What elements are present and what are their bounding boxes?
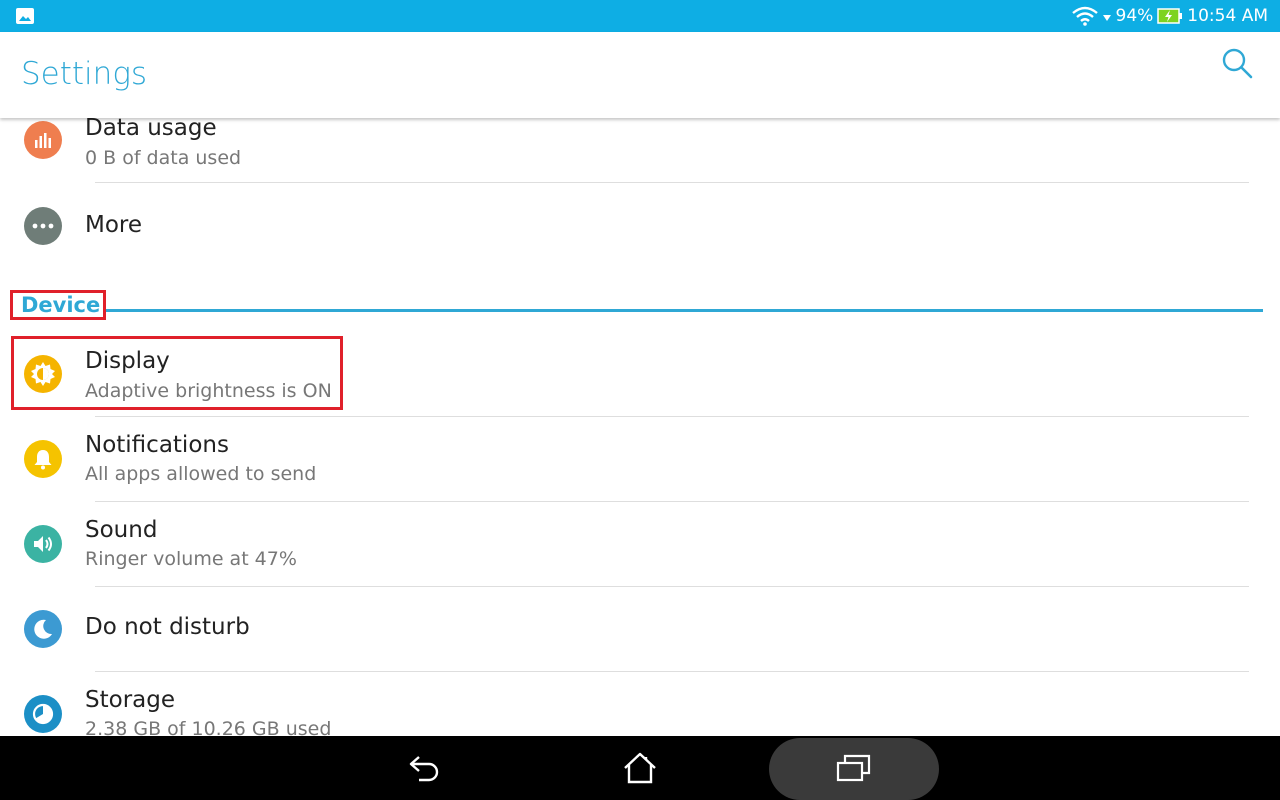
settings-item-notifications[interactable]: Notifications All apps allowed to send (0, 417, 1280, 501)
settings-item-do-not-disturb[interactable]: Do not disturb (0, 587, 1280, 671)
settings-list: Data usage 0 B of data used More Device … (0, 118, 1280, 736)
page-title: Settings (21, 56, 148, 92)
recents-button[interactable] (824, 736, 884, 800)
settings-item-sound[interactable]: Sound Ringer volume at 47% (0, 502, 1280, 586)
back-icon (409, 756, 439, 782)
image-notification-icon (16, 8, 34, 24)
settings-item-summary: 0 B of data used (85, 147, 242, 169)
navigation-bar (0, 736, 1280, 800)
status-bar: 94% 10:54 AM (0, 0, 1280, 32)
highlight-box-device (10, 290, 106, 320)
search-icon[interactable] (1220, 46, 1254, 80)
settings-item-summary: All apps allowed to send (85, 463, 317, 485)
clock: 10:54 AM (1187, 6, 1268, 26)
wifi-icon (1071, 6, 1098, 26)
home-icon (624, 752, 656, 784)
settings-item-label: Sound (85, 517, 158, 543)
data-arrow-icon (1102, 15, 1111, 21)
speaker-icon (24, 525, 62, 563)
settings-item-more[interactable]: More (0, 183, 1280, 267)
highlight-box-display (11, 336, 343, 410)
settings-item-storage[interactable]: Storage 2.38 GB of 10.26 GB used (0, 672, 1280, 736)
storage-pie-icon (24, 695, 62, 733)
settings-item-label: Notifications (85, 432, 229, 458)
section-divider (106, 309, 1263, 312)
bar-chart-icon (24, 121, 62, 159)
bell-icon (24, 440, 62, 478)
settings-item-label: Data usage (85, 118, 217, 141)
back-button[interactable] (395, 736, 455, 800)
settings-item-label: More (85, 212, 143, 238)
settings-item-data-usage[interactable]: Data usage 0 B of data used (0, 118, 1280, 182)
battery-percent: 94% (1115, 6, 1154, 26)
home-button[interactable] (610, 736, 670, 800)
settings-item-label: Storage (85, 687, 175, 713)
settings-item-label: Do not disturb (85, 614, 250, 640)
battery-charging-icon (1157, 8, 1183, 24)
recents-icon (836, 754, 871, 782)
app-toolbar: Settings (0, 32, 1280, 118)
settings-item-summary: Ringer volume at 47% (85, 548, 297, 570)
moon-icon (24, 610, 62, 648)
settings-item-summary: 2.38 GB of 10.26 GB used (85, 718, 332, 736)
more-dots-icon (24, 207, 62, 245)
status-right: 94% 10:54 AM (1071, 0, 1268, 32)
